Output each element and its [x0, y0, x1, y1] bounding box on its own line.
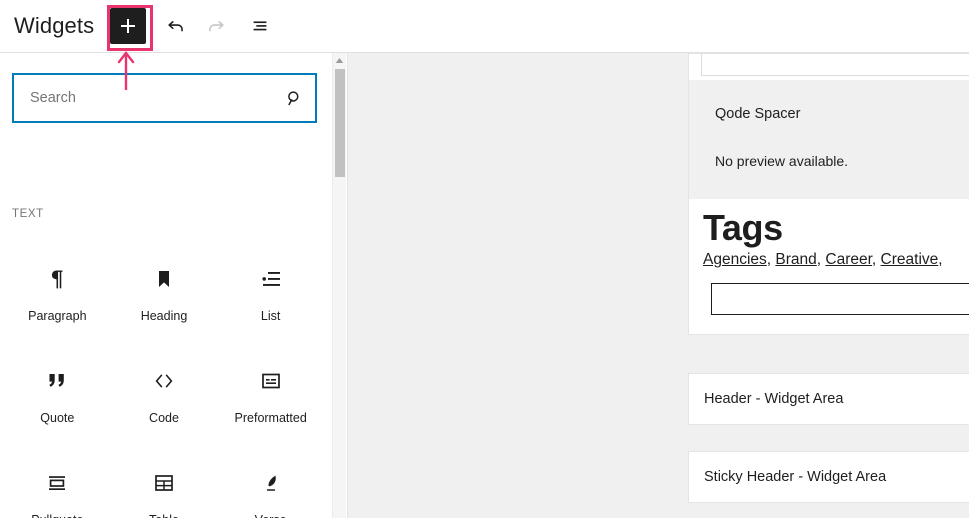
block-item-pullquote[interactable]: Pullquote	[4, 447, 111, 518]
block-label: List	[260, 309, 281, 323]
block-item-heading[interactable]: Heading	[111, 243, 218, 345]
block-item-quote[interactable]: Quote	[4, 345, 111, 447]
tag-link[interactable]: Creative	[881, 251, 939, 268]
code-angle-brackets-icon	[150, 367, 178, 395]
blocks-category-label: TEXT	[12, 208, 44, 220]
tag-trailing: ,	[938, 251, 943, 269]
tag-link[interactable]: Career	[825, 251, 872, 268]
tags-input[interactable]	[711, 283, 969, 316]
widget-areas-column: Qode Spacer No preview available. Tags A…	[688, 53, 969, 518]
tags-link-list: Agencies, Brand, Career, Creative,	[703, 251, 969, 269]
redo-button[interactable]	[198, 8, 234, 44]
block-item-list[interactable]: List	[217, 243, 324, 345]
search-submit-button[interactable]	[273, 75, 315, 121]
redo-arrow-icon	[209, 21, 224, 32]
qode-spacer-block[interactable]: Qode Spacer No preview available.	[689, 80, 969, 200]
table-grid-icon	[150, 469, 178, 497]
editor-header: Widgets	[0, 0, 969, 53]
block-item-verse[interactable]: Verse	[217, 447, 324, 518]
search-input[interactable]	[14, 75, 273, 121]
add-block-button[interactable]	[107, 5, 154, 51]
block-label: Paragraph	[28, 309, 87, 323]
block-label: Verse	[255, 513, 287, 518]
plus-icon	[121, 19, 136, 33]
scrollbar-thumb[interactable]	[335, 69, 345, 177]
header-widget-area-card[interactable]: Header - Widget Area	[688, 373, 969, 425]
block-label: Code	[149, 411, 179, 425]
block-grid: ¶ Paragraph Heading List Quote Code Pref…	[4, 243, 324, 518]
qode-spacer-title: Qode Spacer	[715, 106, 801, 122]
search-icon	[287, 90, 298, 105]
tag-link[interactable]: Agencies	[703, 251, 767, 268]
scrollbar-up-button[interactable]	[333, 53, 346, 67]
block-item-table[interactable]: Table	[111, 447, 218, 518]
widget-area-title: Sticky Header - Widget Area	[704, 469, 887, 485]
quote-marks-icon	[43, 367, 71, 395]
block-item-code[interactable]: Code	[111, 345, 218, 447]
block-label: Preformatted	[234, 411, 307, 425]
preformatted-box-icon	[257, 367, 285, 395]
block-label: Quote	[40, 411, 75, 425]
block-label: Heading	[140, 309, 188, 323]
widgets-editor-screen: Widgets Search TEXT ¶ Paragraph Heading …	[0, 0, 969, 518]
block-item-preformatted[interactable]: Preformatted	[217, 345, 324, 447]
tag-link[interactable]: Brand	[775, 251, 816, 268]
list-view-button[interactable]	[242, 8, 278, 44]
heading-bookmark-icon	[150, 265, 178, 293]
tag-separator: ,	[871, 251, 881, 269]
block-inserter-panel: TEXT ¶ Paragraph Heading	[0, 53, 332, 518]
triangle-up-icon	[335, 57, 344, 63]
block-label: Table	[149, 513, 179, 518]
partial-block-stub	[701, 54, 969, 76]
undo-arrow-icon	[168, 21, 184, 32]
block-item-paragraph[interactable]: ¶ Paragraph	[4, 243, 111, 345]
widget-area-title: Header - Widget Area	[704, 391, 844, 407]
sticky-header-widget-area-card[interactable]: Sticky Header - Widget Area	[688, 451, 969, 503]
verse-quill-icon	[257, 469, 285, 497]
qode-spacer-note: No preview available.	[715, 153, 849, 170]
paragraph-pilcrow-icon: ¶	[43, 265, 71, 293]
list-bullets-icon	[257, 265, 285, 293]
svg-text:¶: ¶	[51, 267, 64, 291]
tags-heading: Tags	[703, 207, 783, 249]
top-widget-card: Qode Spacer No preview available. Tags A…	[688, 53, 969, 335]
list-view-icon	[253, 21, 267, 31]
search-field-wrapper[interactable]	[12, 73, 317, 123]
undo-button[interactable]	[158, 8, 194, 44]
block-label: Pullquote	[31, 513, 83, 518]
inserter-scrollbar[interactable]	[332, 53, 346, 518]
pullquote-lines-icon	[43, 469, 71, 497]
page-title: Widgets	[14, 13, 95, 38]
